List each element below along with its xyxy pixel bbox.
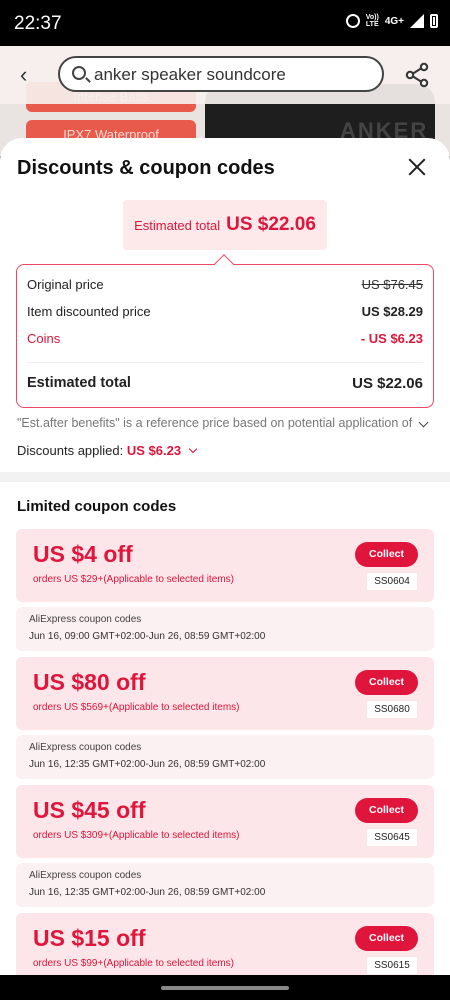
total-row: Estimated total US $22.06 bbox=[27, 375, 423, 392]
coupon-details: AliExpress coupon codes Jun 16, 12:35 GM… bbox=[16, 863, 434, 907]
coupon-header: US $80 off orders US $569+(Applicable to… bbox=[16, 657, 434, 730]
collect-button[interactable]: Collect bbox=[355, 926, 418, 951]
discounts-sheet: Discounts & coupon codes Estimated total… bbox=[0, 138, 450, 975]
coupon-condition: orders US $99+(Applicable to selected it… bbox=[33, 958, 234, 969]
sheet-title: Discounts & coupon codes bbox=[17, 157, 275, 179]
coupon-amount: US $45 off bbox=[33, 797, 146, 823]
section-separator bbox=[0, 472, 450, 482]
coupon-source: AliExpress coupon codes bbox=[29, 742, 142, 753]
search-icon bbox=[72, 66, 86, 80]
search-header: ‹ anker speaker soundcore bbox=[0, 46, 450, 104]
status-bar: 22:37 Vo)) LTE 4G+ bbox=[0, 0, 450, 46]
coupon-amount: US $15 off bbox=[33, 925, 146, 951]
coupon-source: AliExpress coupon codes bbox=[29, 614, 142, 625]
estimate-note[interactable]: "Est.after benefits" is a reference pric… bbox=[17, 416, 433, 430]
section-title: Limited coupon codes bbox=[17, 498, 177, 515]
collect-button[interactable]: Collect bbox=[355, 542, 418, 567]
share-icon[interactable] bbox=[404, 62, 430, 88]
system-nav-bar bbox=[0, 975, 450, 1000]
coupon-condition: orders US $309+(Applicable to selected i… bbox=[33, 830, 240, 841]
discounted-price-value: US $28.29 bbox=[361, 304, 423, 319]
estimated-total-value: US $22.06 bbox=[226, 214, 316, 235]
search-input[interactable]: anker speaker soundcore bbox=[58, 56, 384, 92]
back-button[interactable]: ‹ bbox=[20, 62, 27, 88]
coupon-validity: Jun 16, 12:35 GMT+02:00-Jun 26, 08:59 GM… bbox=[29, 759, 266, 770]
original-price-value: US $76.45 bbox=[361, 277, 423, 292]
chevron-down-icon bbox=[188, 444, 197, 454]
close-icon[interactable] bbox=[404, 154, 430, 180]
coupon-amount: US $4 off bbox=[33, 541, 133, 567]
coupon-validity: Jun 16, 12:35 GMT+02:00-Jun 26, 08:59 GM… bbox=[29, 887, 266, 898]
status-time: 22:37 bbox=[14, 13, 62, 34]
original-price-row: Original price US $76.45 bbox=[27, 277, 423, 292]
discounts-applied[interactable]: Discounts applied: US $6.23 bbox=[17, 443, 197, 458]
pointer-notch bbox=[214, 254, 234, 274]
coupon-code: SS0604 bbox=[367, 573, 417, 590]
alarm-icon bbox=[345, 14, 360, 28]
price-breakdown: Original price US $76.45 Item discounted… bbox=[16, 254, 434, 408]
coins-row: Coins - US $6.23 bbox=[27, 331, 423, 346]
original-price-label: Original price bbox=[27, 277, 104, 292]
coupon-details: AliExpress coupon codes Jun 16, 12:35 GM… bbox=[16, 735, 434, 779]
coupon-validity: Jun 16, 09:00 GMT+02:00-Jun 26, 08:59 GM… bbox=[29, 631, 266, 642]
discounts-applied-label: Discounts applied: bbox=[17, 443, 124, 458]
total-label: Estimated total bbox=[27, 375, 131, 391]
coupon-condition: orders US $569+(Applicable to selected i… bbox=[33, 702, 240, 713]
coins-value: - US $6.23 bbox=[360, 331, 423, 346]
volte-icon: Vo)) LTE bbox=[365, 14, 379, 28]
coupon-condition: orders US $29+(Applicable to selected it… bbox=[33, 574, 234, 585]
estimated-total-pill: Estimated total US $22.06 bbox=[123, 200, 327, 250]
coupon-header: US $45 off orders US $309+(Applicable to… bbox=[16, 785, 434, 858]
signal-icon bbox=[410, 14, 424, 28]
discounted-price-label: Item discounted price bbox=[27, 304, 151, 319]
battery-icon bbox=[430, 14, 438, 28]
divider bbox=[27, 362, 423, 363]
total-value: US $22.06 bbox=[352, 375, 423, 392]
discounts-applied-value: US $6.23 bbox=[126, 443, 182, 458]
coupon-source: AliExpress coupon codes bbox=[29, 870, 142, 881]
collect-button[interactable]: Collect bbox=[355, 670, 418, 695]
coupon-details: AliExpress coupon codes Jun 16, 09:00 GM… bbox=[16, 607, 434, 651]
estimated-total-label: Estimated total bbox=[134, 217, 221, 233]
coins-label: Coins bbox=[27, 331, 61, 346]
search-query: anker speaker soundcore bbox=[94, 65, 286, 84]
coupon-code: SS0680 bbox=[367, 701, 417, 718]
network-type: 4G+ bbox=[384, 15, 404, 27]
coupon-code: SS0645 bbox=[367, 829, 417, 846]
coupon-header: US $15 off orders US $99+(Applicable to … bbox=[16, 913, 434, 975]
discounted-price-row: Item discounted price US $28.29 bbox=[27, 304, 423, 319]
collect-button[interactable]: Collect bbox=[355, 798, 418, 823]
home-gesture-handle[interactable] bbox=[161, 986, 289, 990]
coupon-amount: US $80 off bbox=[33, 669, 146, 695]
coupon-header: US $4 off orders US $29+(Applicable to s… bbox=[16, 529, 434, 602]
coupon-code: SS0615 bbox=[367, 957, 417, 974]
status-icons: Vo)) LTE 4G+ bbox=[345, 14, 438, 28]
